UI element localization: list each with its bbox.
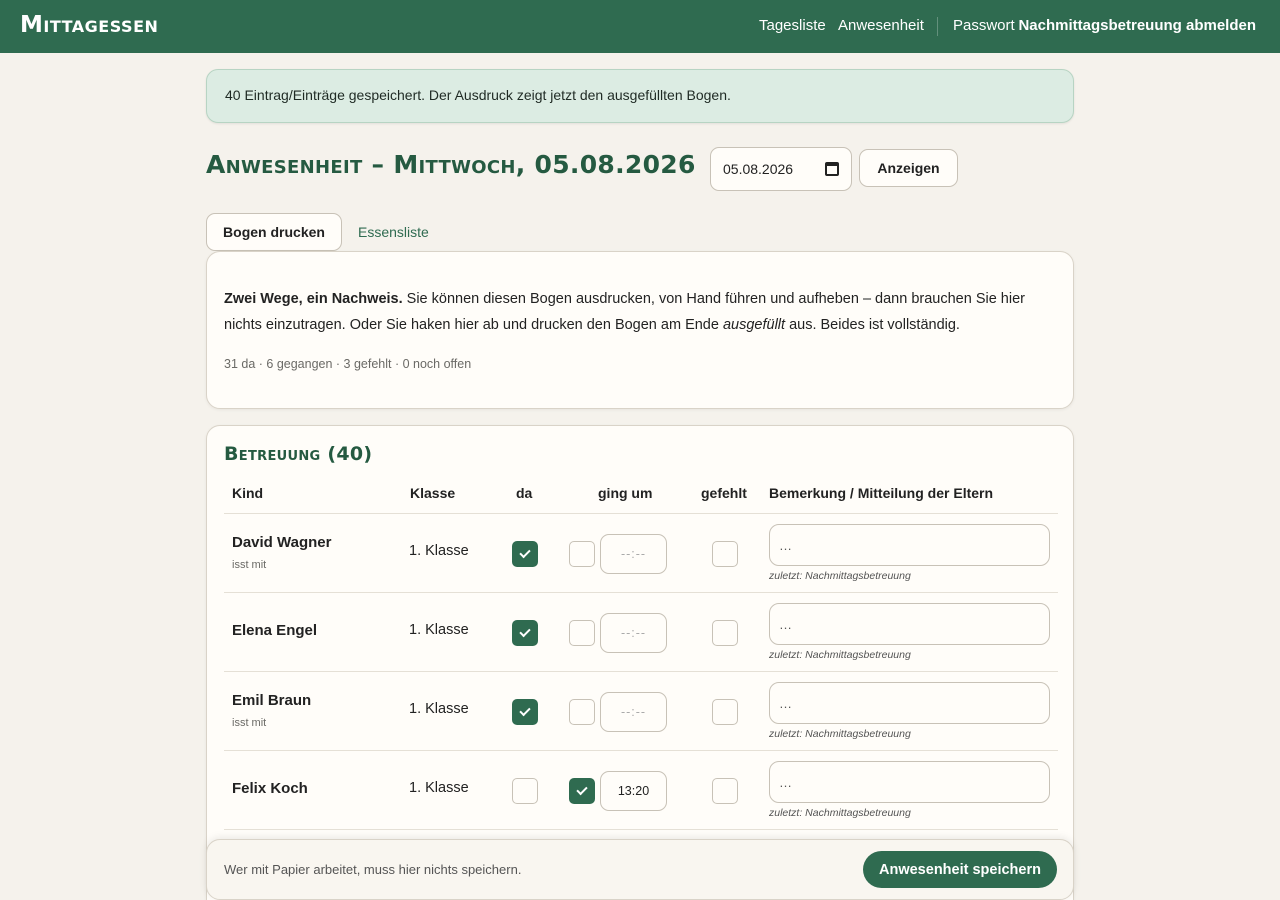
table-row: Elena Engel 1. Klasse --:-- … zuletzt: Nachm… bbox=[224, 593, 1058, 672]
present-checkbox[interactable] bbox=[512, 778, 538, 804]
child-class: 1. Klasse bbox=[409, 622, 469, 638]
column-header-gefehlt: gefehlt bbox=[701, 485, 747, 501]
missed-checkbox[interactable] bbox=[712, 699, 738, 725]
child-name: Emil Braun bbox=[232, 692, 312, 709]
table-row: David Wagner isst mit 1. Klasse --:-- … zulet… bbox=[224, 514, 1058, 593]
table-row: Felix Koch 1. Klasse 13:20 … zuletzt: Nachmi… bbox=[224, 751, 1058, 830]
column-header-da: da bbox=[516, 485, 533, 501]
section-title: Betreuung (40) bbox=[224, 443, 373, 465]
logout-link[interactable]: Nachmittagsbetreuung abmelden bbox=[1018, 17, 1256, 34]
child-name: Felix Koch bbox=[232, 780, 308, 797]
left-time-input[interactable]: 13:20 bbox=[600, 771, 667, 811]
left-time-input[interactable]: --:-- bbox=[600, 692, 667, 732]
child-meal-note: isst mit bbox=[232, 717, 267, 729]
column-header-ging-um: ging um bbox=[598, 485, 653, 501]
check-icon bbox=[576, 783, 588, 796]
brand-logo[interactable]: Mittagessen bbox=[20, 12, 158, 38]
info-lead: Zwei Wege, ein Nachweis. bbox=[224, 291, 403, 307]
remark-input[interactable]: … bbox=[769, 603, 1050, 645]
date-value: 05.08.2026 bbox=[723, 161, 794, 177]
last-edited-by: zuletzt: Nachmittagsbetreuung bbox=[769, 728, 911, 740]
left-checkbox[interactable] bbox=[569, 778, 595, 804]
column-header-kind: Kind bbox=[232, 485, 264, 501]
child-class: 1. Klasse bbox=[409, 780, 469, 796]
child-meal-note: isst mit bbox=[232, 559, 267, 571]
footer-hint: Wer mit Papier arbeitet, muss hier nicht… bbox=[224, 862, 522, 877]
check-icon bbox=[519, 704, 531, 717]
nav-divider bbox=[937, 17, 938, 36]
page-title: Anwesenheit – Mittwoch, 05.08.2026 bbox=[206, 150, 696, 179]
check-icon bbox=[519, 625, 531, 638]
remark-input[interactable]: … bbox=[769, 682, 1050, 724]
attendance-table-card: Betreuung (40) Kind Klasse da ging um ge… bbox=[206, 425, 1074, 900]
info-text-part2: aus. Beides ist vollständig. bbox=[785, 317, 960, 333]
success-message: 40 Eintrag/Einträge gespeichert. Der Aus… bbox=[206, 69, 1074, 123]
left-checkbox[interactable] bbox=[569, 620, 595, 646]
top-navigation-bar: Mittagessen Tagesliste Anwesenheit Passw… bbox=[0, 0, 1280, 53]
left-checkbox[interactable] bbox=[569, 699, 595, 725]
nav-link-anwesenheit[interactable]: Anwesenheit bbox=[838, 17, 924, 34]
nav-link-tagesliste[interactable]: Tagesliste bbox=[759, 17, 826, 34]
last-edited-by: zuletzt: Nachmittagsbetreuung bbox=[769, 649, 911, 661]
column-header-bemerkung: Bemerkung / Mitteilung der Eltern bbox=[769, 485, 994, 501]
child-name: Elena Engel bbox=[232, 622, 318, 639]
nav-link-passwort[interactable]: Passwort bbox=[953, 17, 1015, 34]
save-footer: Wer mit Papier arbeitet, muss hier nicht… bbox=[206, 839, 1074, 900]
attendance-stats: 31 da · 6 gegangen · 3 gefehlt · 0 noch … bbox=[224, 357, 472, 371]
info-text: Zwei Wege, ein Nachweis. Sie können dies… bbox=[224, 286, 1064, 338]
remark-input[interactable]: … bbox=[769, 524, 1050, 566]
child-class: 1. Klasse bbox=[409, 701, 469, 717]
missed-checkbox[interactable] bbox=[712, 778, 738, 804]
missed-checkbox[interactable] bbox=[712, 541, 738, 567]
left-checkbox[interactable] bbox=[569, 541, 595, 567]
left-time-input[interactable]: --:-- bbox=[600, 534, 667, 574]
remark-input[interactable]: … bbox=[769, 761, 1050, 803]
child-name: David Wagner bbox=[232, 534, 332, 551]
last-edited-by: zuletzt: Nachmittagsbetreuung bbox=[769, 807, 911, 819]
show-button[interactable]: Anzeigen bbox=[859, 149, 958, 187]
present-checkbox[interactable] bbox=[512, 620, 538, 646]
present-checkbox[interactable] bbox=[512, 699, 538, 725]
child-class: 1. Klasse bbox=[409, 543, 469, 559]
info-panel: Zwei Wege, ein Nachweis. Sie können dies… bbox=[206, 251, 1074, 409]
table-row: Emil Braun isst mit 1. Klasse --:-- … zuletzt… bbox=[224, 672, 1058, 751]
tab-bogen-drucken[interactable]: Bogen drucken bbox=[206, 213, 342, 251]
present-checkbox[interactable] bbox=[512, 541, 538, 567]
calendar-icon[interactable] bbox=[825, 162, 839, 176]
last-edited-by: zuletzt: Nachmittagsbetreuung bbox=[769, 570, 911, 582]
column-header-klasse: Klasse bbox=[410, 485, 456, 501]
date-input[interactable]: 05.08.2026 bbox=[710, 147, 852, 191]
save-attendance-button[interactable]: Anwesenheit speichern bbox=[863, 851, 1057, 888]
left-time-input[interactable]: --:-- bbox=[600, 613, 667, 653]
info-emphasis: ausgefüllt bbox=[722, 317, 786, 333]
tab-essensliste[interactable]: Essensliste bbox=[358, 213, 429, 251]
check-icon bbox=[519, 546, 531, 559]
missed-checkbox[interactable] bbox=[712, 620, 738, 646]
